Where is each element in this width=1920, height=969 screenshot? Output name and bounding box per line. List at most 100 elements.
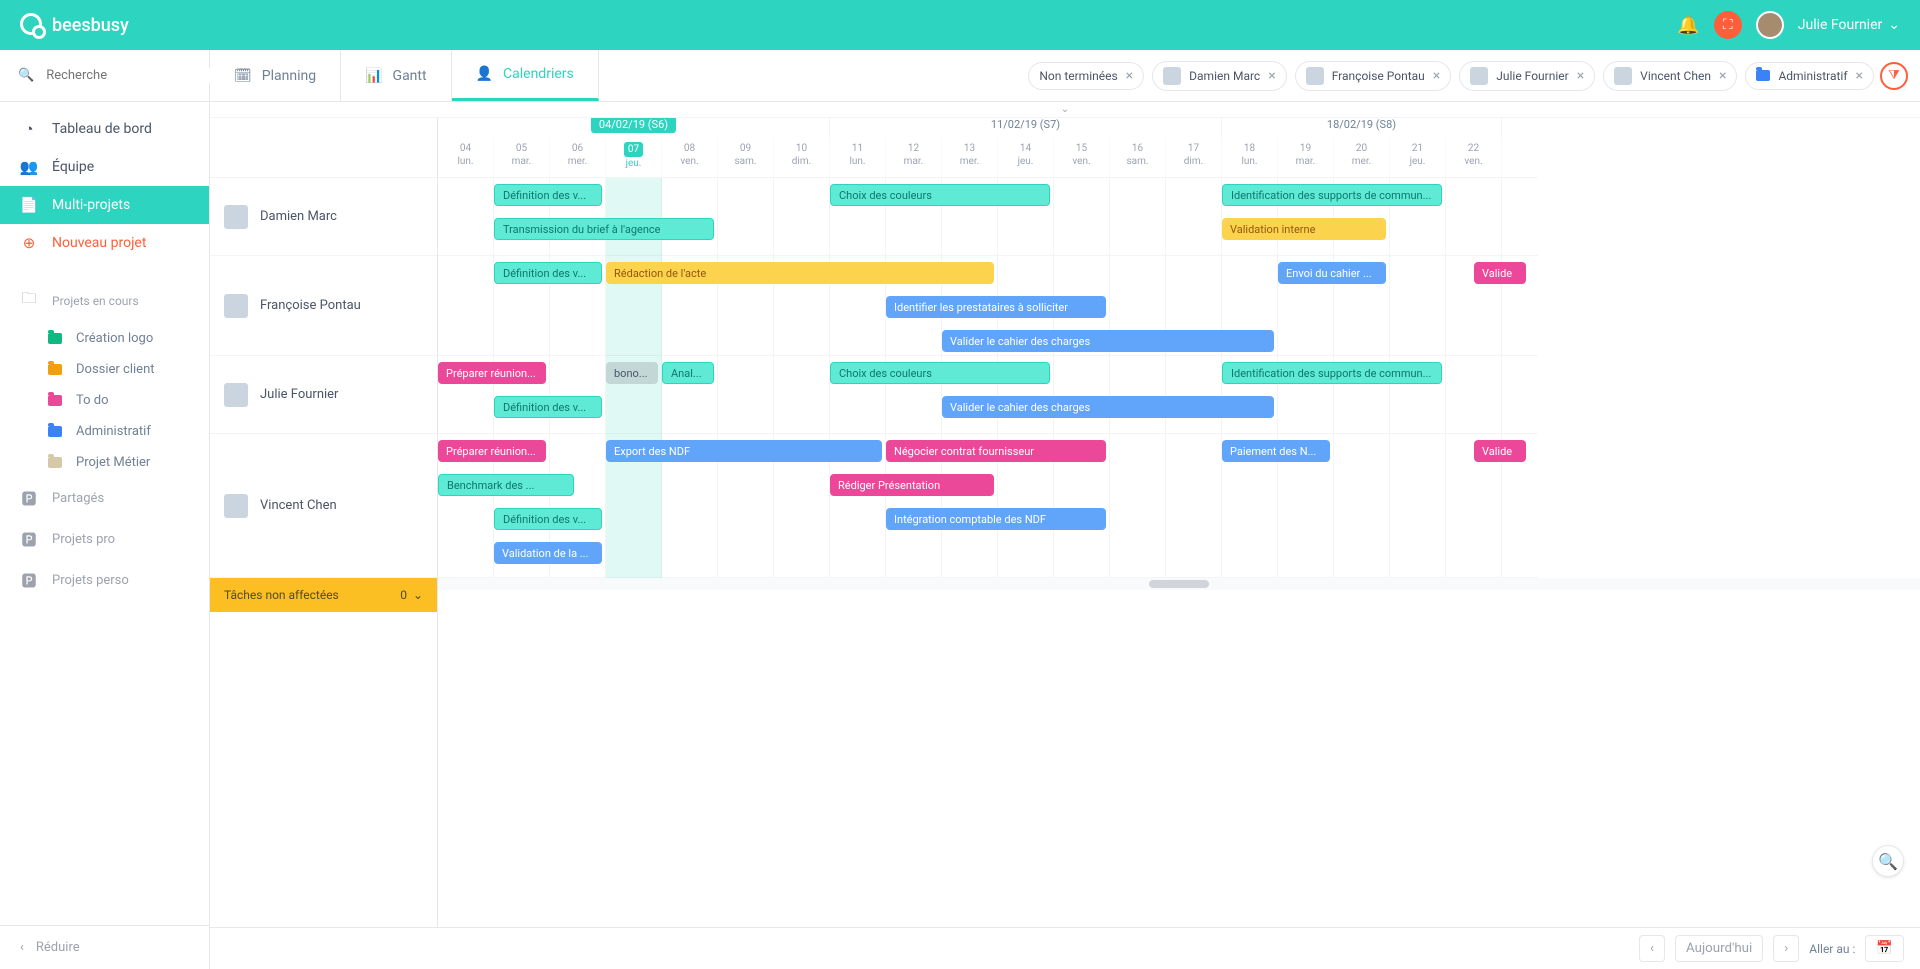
filter-person[interactable]: Julie Fournier× xyxy=(1459,61,1595,91)
task-bar[interactable]: Définition des v... xyxy=(494,396,602,418)
avatar-icon xyxy=(224,383,248,407)
user-menu[interactable]: Julie Fournier ⌄ xyxy=(1798,17,1900,33)
sidebar-project[interactable]: Création logo xyxy=(28,323,209,354)
chevron-down-icon: ⌄ xyxy=(1888,17,1900,33)
expand-filters[interactable]: ⌄ xyxy=(210,102,1920,118)
plus-icon: ⊕ xyxy=(20,234,38,252)
task-bar[interactable]: Définition des v... xyxy=(494,262,602,284)
horizontal-scrollbar[interactable] xyxy=(438,578,1920,590)
task-bar[interactable]: Identifier les prestataires à solliciter xyxy=(886,296,1106,318)
folder-icon: 🗀 xyxy=(20,288,38,313)
task-bar[interactable]: Valider le cahier des charges xyxy=(942,330,1274,352)
task-bar[interactable]: Valider le cahier des charges xyxy=(942,396,1274,418)
task-bar[interactable]: Valide xyxy=(1474,440,1526,462)
folder-icon xyxy=(48,426,62,437)
task-bar[interactable]: Paiement des N... xyxy=(1222,440,1330,462)
task-bar[interactable]: Rédaction de l'acte xyxy=(606,262,994,284)
folder-icon xyxy=(1756,70,1770,81)
task-bar[interactable]: Export des NDF xyxy=(606,440,882,462)
nav-pro[interactable]: 🅿Projets pro xyxy=(0,519,209,560)
avatar-icon xyxy=(224,205,248,229)
task-bar[interactable]: Choix des couleurs xyxy=(830,184,1050,206)
nav-multi-projects[interactable]: 📄Multi-projets xyxy=(0,186,209,224)
file-icon: 📄 xyxy=(20,196,38,214)
close-icon[interactable]: × xyxy=(1719,68,1726,84)
fullscreen-button[interactable]: ⛶ xyxy=(1714,11,1742,39)
prev-button[interactable]: ‹ xyxy=(1639,935,1665,962)
task-bar[interactable]: Anal... xyxy=(662,362,714,384)
tab-calendars[interactable]: 👤Calendriers xyxy=(452,50,599,101)
folder-icon xyxy=(48,457,62,468)
nav-in-progress-header[interactable]: 🗀Projets en cours xyxy=(0,278,209,323)
tab-planning[interactable]: 🗓Planning xyxy=(210,50,341,101)
person-row[interactable]: Damien Marc xyxy=(210,178,437,256)
folder-icon xyxy=(48,364,62,375)
date-picker-button[interactable]: 📅 xyxy=(1865,935,1904,962)
task-bar[interactable]: Préparer réunion... xyxy=(438,440,546,462)
people-icon: 👥 xyxy=(20,158,38,176)
nav-new-project[interactable]: ⊕Nouveau projet xyxy=(0,224,209,262)
close-icon[interactable]: × xyxy=(1433,68,1440,84)
filter-button[interactable]: ⧩ xyxy=(1880,62,1908,90)
close-icon[interactable]: × xyxy=(1856,68,1863,84)
task-bar[interactable]: Identification des supports de commun... xyxy=(1222,184,1442,206)
task-bar[interactable]: Envoi du cahier ... xyxy=(1278,262,1386,284)
search-input[interactable] xyxy=(46,68,212,83)
filter-person[interactable]: Damien Marc× xyxy=(1152,61,1287,91)
filter-project[interactable]: Administratif× xyxy=(1745,62,1874,90)
nav-perso[interactable]: 🅿Projets perso xyxy=(0,560,209,601)
unassigned-row[interactable]: Tâches non affectées 0 ⌄ xyxy=(210,578,437,612)
person-row[interactable]: Julie Fournier xyxy=(210,356,437,434)
person-row[interactable]: Françoise Pontau xyxy=(210,256,437,356)
sidebar-project[interactable]: Administratif xyxy=(28,416,209,447)
task-bar[interactable]: Transmission du brief à l'agence xyxy=(494,218,714,240)
toolbar: 🗓Planning 📊Gantt 👤Calendriers Non termin… xyxy=(210,50,1920,102)
close-icon[interactable]: × xyxy=(1126,68,1133,84)
nav-team[interactable]: 👥Équipe xyxy=(0,148,209,186)
task-row: Préparer réunion... bono...Anal... Choix d… xyxy=(438,356,1538,434)
filter-status[interactable]: Non terminées× xyxy=(1028,62,1144,90)
person-row[interactable]: Vincent Chen xyxy=(210,434,437,578)
task-bar[interactable]: Définition des v... xyxy=(494,508,602,530)
sidebar-project[interactable]: Projet Métier xyxy=(28,447,209,478)
task-bar[interactable]: Identification des supports de commun... xyxy=(1222,362,1442,384)
task-bar[interactable]: Préparer réunion... xyxy=(438,362,546,384)
task-row: Préparer réunion... Export des NDFNégocie… xyxy=(438,434,1538,578)
task-bar[interactable]: Définition des v... xyxy=(494,184,602,206)
close-icon[interactable]: × xyxy=(1577,68,1584,84)
task-bar[interactable]: Valide xyxy=(1474,262,1526,284)
task-bar[interactable]: Choix des couleurs xyxy=(830,362,1050,384)
close-icon[interactable]: × xyxy=(1268,68,1275,84)
zoom-button[interactable]: 🔍 xyxy=(1872,845,1904,877)
sidebar-project[interactable]: Dossier client xyxy=(28,354,209,385)
task-bar[interactable]: Benchmark des ... xyxy=(438,474,574,496)
tab-gantt[interactable]: 📊Gantt xyxy=(341,50,451,101)
search-icon: 🔍 xyxy=(18,68,34,83)
today-button[interactable]: Aujourd'hui xyxy=(1675,935,1763,962)
avatar-icon xyxy=(1163,67,1181,85)
sidebar: 🔍 ◔Tableau de bord 👥Équipe 📄Multi-projet… xyxy=(0,50,210,969)
task-bar[interactable]: Validation de la ... xyxy=(494,542,602,564)
topbar: beesbusy 🔔 ⛶ Julie Fournier ⌄ xyxy=(0,0,1920,50)
nav-dashboard[interactable]: ◔Tableau de bord xyxy=(0,110,209,148)
pie-icon: ◔ xyxy=(20,120,38,138)
task-bar[interactable]: Intégration comptable des NDF xyxy=(886,508,1106,530)
avatar-icon xyxy=(1306,67,1324,85)
search-box[interactable]: 🔍 xyxy=(0,50,209,102)
filter-person[interactable]: Vincent Chen× xyxy=(1603,61,1737,91)
logo[interactable]: beesbusy xyxy=(20,13,129,37)
task-bar[interactable]: Validation interne xyxy=(1222,218,1386,240)
task-bar[interactable]: bono... xyxy=(606,362,658,384)
sidebar-project[interactable]: To do xyxy=(28,385,209,416)
task-bar[interactable]: Rédiger Présentation xyxy=(830,474,994,496)
sidebar-collapse[interactable]: ‹Réduire xyxy=(0,925,209,969)
folder-icon xyxy=(48,395,62,406)
notifications-icon[interactable]: 🔔 xyxy=(1677,15,1699,36)
next-button[interactable]: › xyxy=(1773,935,1799,962)
nav-shared[interactable]: 🅿Partagés xyxy=(0,478,209,519)
avatar-icon xyxy=(224,494,248,518)
task-bar[interactable]: Négocier contrat fournisseur xyxy=(886,440,1106,462)
filter-person[interactable]: Françoise Pontau× xyxy=(1295,61,1452,91)
user-avatar[interactable] xyxy=(1756,11,1784,39)
gantt-icon: 📊 xyxy=(365,68,382,84)
